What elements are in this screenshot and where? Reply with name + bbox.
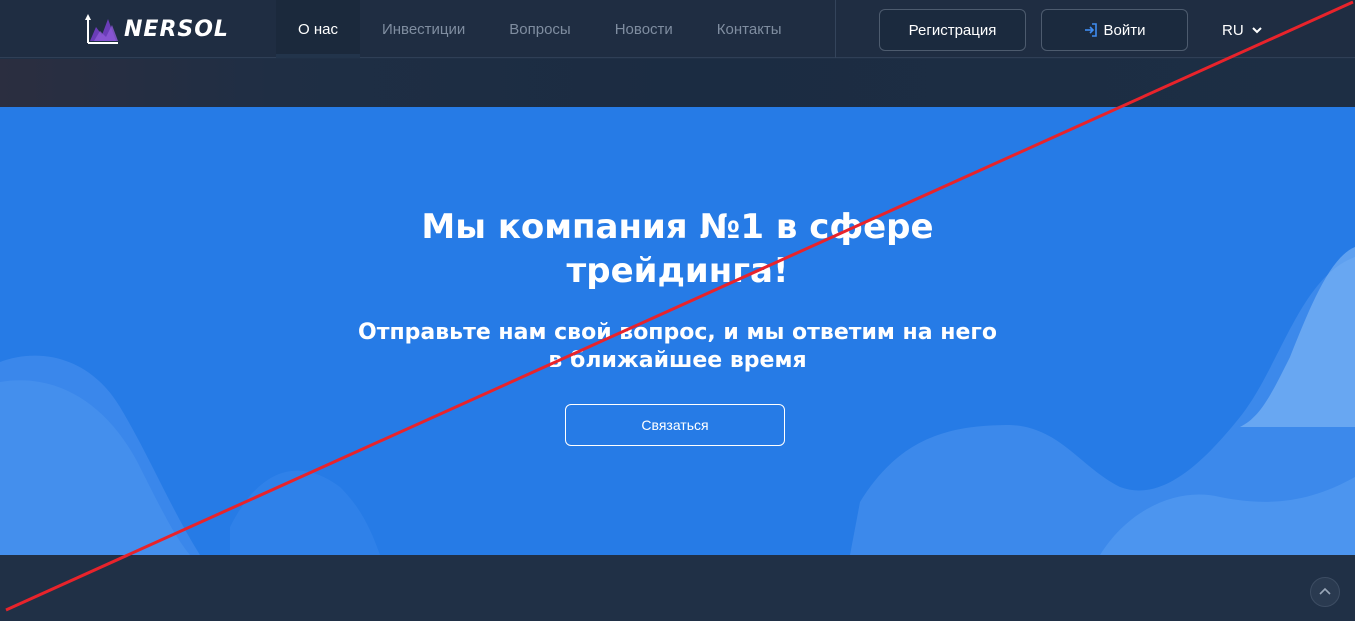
hero-subtitle-line-1: Отправьте нам свой вопрос, и мы ответим …: [358, 320, 997, 345]
contact-button[interactable]: Связаться: [565, 404, 785, 446]
language-selector[interactable]: RU: [1222, 20, 1262, 40]
login-button-label: Войти: [1103, 21, 1146, 39]
nav-item-contacts[interactable]: Контакты: [695, 0, 804, 58]
header-background-strip: [0, 59, 1355, 107]
hero-subtitle-line-2: в ближайшее время: [548, 348, 807, 373]
site-header: NERSOL О нас Инвестиции Вопросы Новости …: [0, 0, 1355, 58]
nav-divider: [835, 0, 836, 58]
nav-item-questions[interactable]: Вопросы: [487, 0, 592, 58]
chevron-up-icon: [1319, 587, 1331, 595]
logo-text: NERSOL: [124, 16, 229, 42]
footer-band: [0, 555, 1355, 621]
nav-item-investments[interactable]: Инвестиции: [360, 0, 487, 58]
contact-button-label: Связаться: [641, 417, 709, 433]
login-button[interactable]: Войти: [1041, 9, 1188, 51]
nav-item-news[interactable]: Новости: [593, 0, 695, 58]
logo-icon: [85, 14, 118, 44]
hero-title: Мы компания №1 в сфере трейдинга!: [300, 205, 1055, 293]
logo[interactable]: NERSOL: [84, 12, 229, 46]
main-nav: О нас Инвестиции Вопросы Новости Контакт…: [276, 0, 804, 58]
hero-title-line-2: трейдинга!: [566, 251, 789, 291]
nav-item-about[interactable]: О нас: [276, 0, 360, 58]
hero-title-line-1: Мы компания №1 в сфере: [421, 207, 934, 247]
hero-section: Мы компания №1 в сфере трейдинга! Отправ…: [0, 107, 1355, 555]
language-label: RU: [1222, 21, 1244, 39]
register-button-label: Регистрация: [908, 21, 997, 39]
chevron-down-icon: [1251, 27, 1262, 34]
register-button[interactable]: Регистрация: [879, 9, 1026, 51]
scroll-to-top-button[interactable]: [1310, 577, 1340, 607]
login-icon: [1084, 23, 1097, 37]
hero-subtitle: Отправьте нам свой вопрос, и мы ответим …: [300, 319, 1055, 375]
